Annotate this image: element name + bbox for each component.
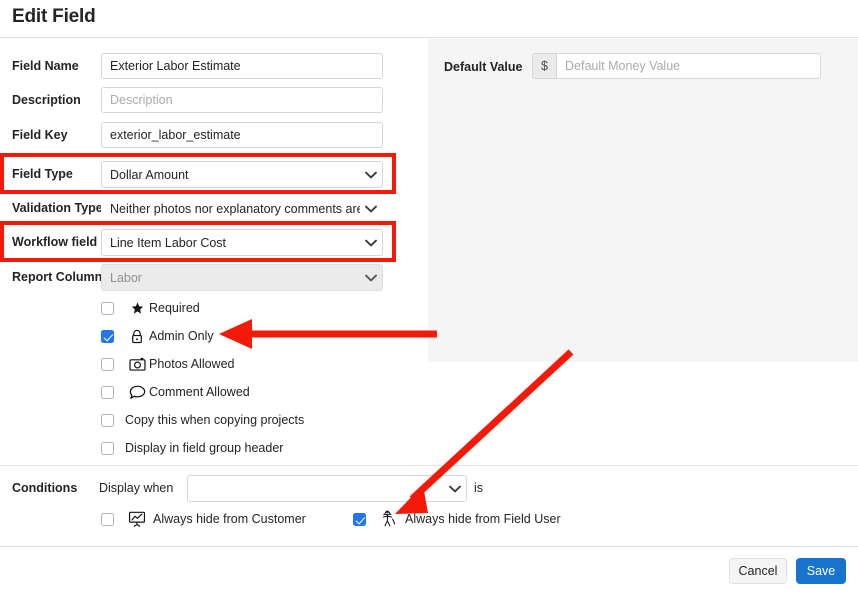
row-workflow-field: Workflow field Line Item Labor Cost: [0, 226, 428, 260]
conditions-label: Conditions: [12, 481, 78, 495]
checkbox-row-copy-projects[interactable]: Copy this when copying projects: [101, 409, 304, 431]
field-name-box[interactable]: [101, 53, 383, 79]
chevron-down-icon: [444, 485, 466, 493]
field-type-value: Dollar Amount: [110, 167, 189, 182]
cancel-button[interactable]: Cancel: [729, 558, 787, 584]
workflow-field-value: Line Item Labor Cost: [110, 235, 227, 250]
report-column-value: Labor: [110, 270, 142, 285]
chevron-down-icon: [360, 274, 382, 282]
label-field-type: Field Type: [12, 167, 73, 181]
row-field-type: Field Type Dollar Amount: [0, 158, 428, 192]
description-input[interactable]: [102, 88, 382, 112]
row-validation-type: Validation Type Neither photos nor expla…: [0, 192, 428, 226]
default-value-input-wrap[interactable]: $: [532, 53, 821, 79]
checkbox-label-hide-from-customer: Always hide from Customer: [153, 512, 306, 526]
checkbox-label-comment-allowed: Comment Allowed: [149, 385, 250, 399]
checkbox-hide-from-customer[interactable]: [101, 512, 114, 526]
validation-type-value: Neither photos nor explanatory comments …: [110, 201, 360, 216]
lock-icon: [125, 329, 149, 344]
chevron-down-icon: [360, 205, 382, 213]
label-field-name: Field Name: [12, 59, 79, 73]
checkbox-comment-allowed[interactable]: [101, 385, 114, 399]
checkbox-row-hide-field-user[interactable]: Always hide from Field User: [353, 508, 561, 530]
field-name-input[interactable]: [102, 54, 382, 78]
page-title: Edit Field: [12, 6, 96, 27]
is-label: is: [474, 481, 484, 495]
workflow-field-select[interactable]: Line Item Labor Cost: [101, 229, 383, 256]
default-value-panel: Default Value $: [428, 39, 858, 362]
chevron-down-icon: [360, 171, 382, 179]
arrow-to-admin-only: [219, 319, 437, 349]
checkbox-field-group-header[interactable]: [101, 441, 114, 455]
checkbox-label-required: Required: [149, 301, 200, 315]
checkbox-required[interactable]: [101, 301, 114, 315]
checkbox-label-photos-allowed: Photos Allowed: [149, 357, 235, 371]
field-key-box[interactable]: [101, 122, 383, 148]
description-box[interactable]: [101, 87, 383, 113]
chevron-down-icon: [360, 239, 382, 247]
checkbox-label-admin-only: Admin Only: [149, 329, 214, 343]
checkbox-label-copy-projects: Copy this when copying projects: [125, 413, 305, 427]
footer-divider: [0, 546, 858, 547]
checkbox-label-hide-from-field-user: Always hide from Field User: [405, 512, 561, 526]
presentation-icon: [125, 511, 149, 527]
checkbox-row-photos-allowed[interactable]: Photos Allowed: [101, 353, 234, 375]
checkbox-row-hide-customer[interactable]: Always hide from Customer: [101, 508, 306, 530]
label-workflow-field: Workflow field: [12, 235, 98, 249]
edit-field-dialog: Edit Field Default Value $ Field Name De…: [0, 0, 858, 610]
camera-icon: [125, 357, 149, 371]
checkbox-label-field-group-header: Display in field group header: [125, 441, 284, 455]
save-button[interactable]: Save: [796, 558, 846, 584]
label-description: Description: [12, 93, 81, 107]
display-when-label: Display when: [99, 481, 174, 495]
currency-prefix-icon: $: [533, 54, 557, 78]
row-field-key: Field Key: [0, 119, 428, 153]
checkbox-row-required[interactable]: Required: [101, 297, 200, 319]
dialog-header: Edit Field: [0, 0, 858, 38]
row-description: Description: [0, 84, 428, 118]
default-value-input[interactable]: [557, 54, 820, 78]
checkbox-row-admin-only[interactable]: Admin Only: [101, 325, 214, 347]
label-report-column: Report Column: [12, 270, 103, 284]
checkbox-photos-allowed[interactable]: [101, 357, 114, 371]
report-column-select[interactable]: Labor: [101, 264, 383, 291]
field-key-input[interactable]: [102, 123, 382, 147]
field-type-select[interactable]: Dollar Amount: [101, 161, 383, 188]
label-field-key: Field Key: [12, 128, 68, 142]
default-value-label: Default Value: [444, 60, 523, 74]
worker-icon: [377, 510, 401, 528]
checkbox-hide-from-field-user[interactable]: [353, 512, 366, 526]
conditions-divider: [0, 465, 858, 466]
label-validation-type: Validation Type: [12, 201, 103, 215]
display-when-select[interactable]: [187, 475, 467, 502]
checkbox-row-comment-allowed[interactable]: Comment Allowed: [101, 381, 250, 403]
star-icon: [125, 301, 149, 316]
checkbox-admin-only[interactable]: [101, 329, 114, 343]
row-field-name: Field Name: [0, 50, 428, 84]
checkbox-row-field-group-header[interactable]: Display in field group header: [101, 437, 283, 459]
validation-type-select[interactable]: Neither photos nor explanatory comments …: [101, 195, 383, 222]
checkbox-copy-projects[interactable]: [101, 413, 114, 427]
row-report-column: Report Column Labor: [0, 261, 428, 295]
comment-icon: [125, 385, 149, 400]
